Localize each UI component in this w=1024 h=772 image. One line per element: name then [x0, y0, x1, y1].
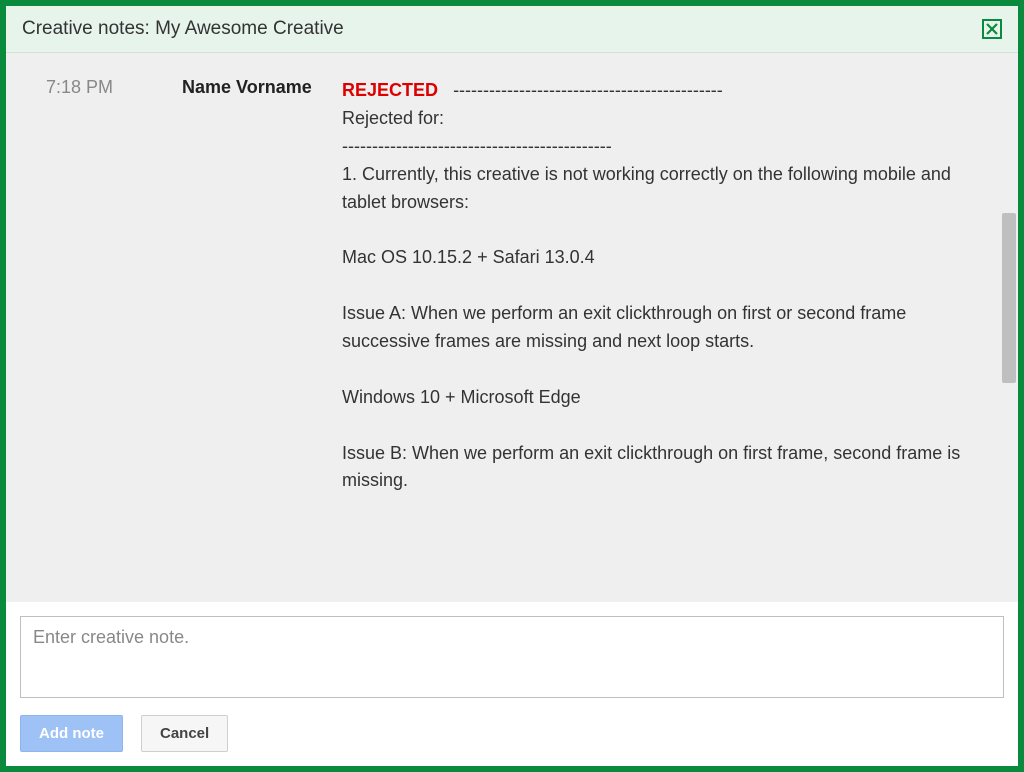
dialog-header: Creative notes: My Awesome Creative: [6, 6, 1018, 53]
add-note-button[interactable]: Add note: [20, 715, 123, 752]
separator-line: ----------------------------------------…: [342, 136, 612, 156]
note-author: Name Vorname: [182, 77, 342, 98]
note-text: Windows 10 + Microsoft Edge: [342, 387, 581, 407]
separator-line: ----------------------------------------…: [453, 80, 723, 100]
close-button[interactable]: [982, 19, 1002, 39]
status-badge: REJECTED: [342, 80, 438, 100]
note-text: 1. Currently, this creative is not worki…: [342, 164, 951, 212]
note-time: 7:18 PM: [22, 77, 182, 98]
separator-line: [443, 80, 453, 100]
rejected-for-label: Rejected for:: [342, 108, 444, 128]
note-text: Issue A: When we perform an exit clickth…: [342, 303, 906, 351]
note-entry: 7:18 PM Name Vorname REJECTED ----------…: [22, 77, 1002, 495]
input-area: Add note Cancel: [6, 602, 1018, 766]
creative-notes-dialog: Creative notes: My Awesome Creative 7:18…: [6, 6, 1018, 766]
note-body: REJECTED -------------------------------…: [342, 77, 1002, 495]
button-row: Add note Cancel: [20, 715, 1004, 752]
scrollbar-thumb[interactable]: [1002, 213, 1016, 383]
note-text: Mac OS 10.15.2 + Safari 13.0.4: [342, 247, 595, 267]
note-input[interactable]: [20, 616, 1004, 698]
notes-list: 7:18 PM Name Vorname REJECTED ----------…: [6, 53, 1018, 602]
cancel-button[interactable]: Cancel: [141, 715, 228, 752]
dialog-title: Creative notes: My Awesome Creative: [22, 18, 344, 40]
note-text: Issue B: When we perform an exit clickth…: [342, 443, 960, 491]
close-icon: [985, 22, 999, 36]
